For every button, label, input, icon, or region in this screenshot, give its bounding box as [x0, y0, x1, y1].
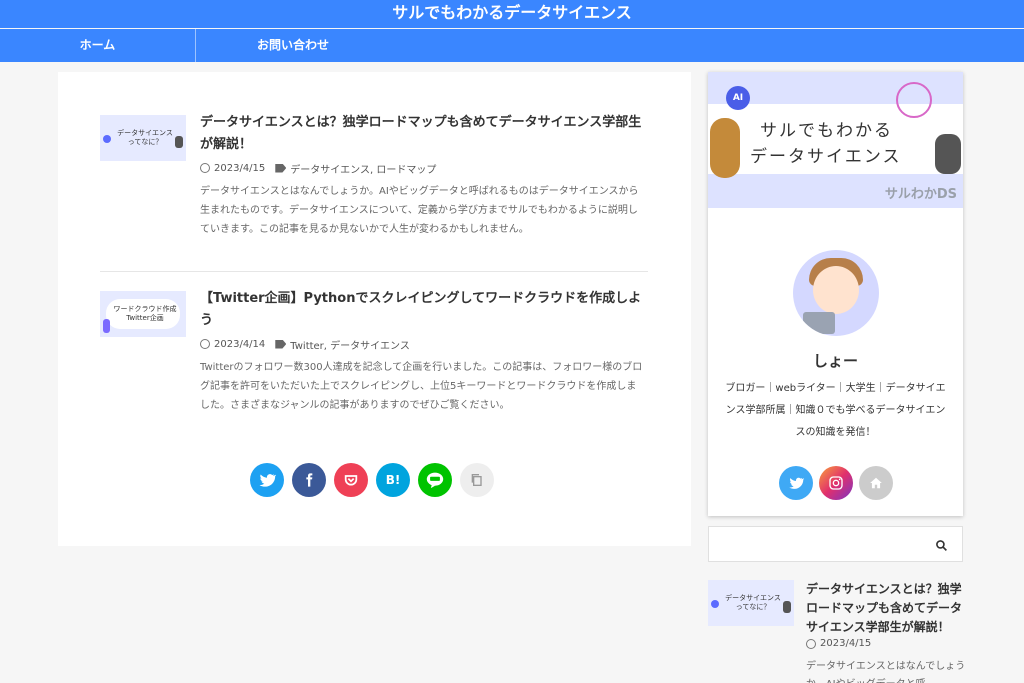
search-icon: [935, 539, 947, 551]
twitter-icon: [259, 474, 276, 487]
hatena-icon: B!: [385, 473, 401, 487]
search-button[interactable]: [930, 534, 952, 556]
laptop-icon: [803, 312, 835, 334]
thumbnail-caption: データサイエンス ってなに？: [725, 594, 781, 611]
sidebar-post-thumbnail[interactable]: データサイエンス ってなに？: [708, 580, 794, 626]
share-twitter-button[interactable]: [250, 463, 284, 497]
instagram-icon: [829, 476, 843, 490]
post-tags[interactable]: データサイエンス, ロードマップ: [290, 161, 436, 176]
post-thumbnail[interactable]: ワードクラウド作成 Twitter企画: [100, 291, 186, 337]
post-excerpt: Twitterのフォロワー数300人達成を記念して企画を行いました。この記事は、…: [200, 362, 643, 411]
twitter-icon: [789, 477, 804, 489]
share-facebook-button[interactable]: [292, 463, 326, 497]
site-header: サルでもわかるデータサイエンス: [0, 0, 1024, 28]
share-pocket-button[interactable]: [334, 463, 368, 497]
nav-item-contact[interactable]: お問い合わせ: [195, 29, 390, 62]
home-link[interactable]: [859, 466, 893, 500]
banner-title-line-1: サルでもわかる: [760, 121, 893, 141]
banner-title-line-2: データサイエンス: [750, 147, 902, 167]
share-buttons: B!: [250, 463, 500, 497]
copy-icon: [471, 474, 482, 486]
social-links: [779, 466, 893, 500]
post-thumbnail[interactable]: データサイエンス ってなに？: [100, 115, 186, 161]
instagram-link[interactable]: [819, 466, 853, 500]
post-card[interactable]: データサイエンス ってなに？ データサイエンスとは？独学ロードマップも含めてデー…: [100, 112, 648, 272]
avatar-face: [813, 266, 859, 314]
robot-icon: [175, 136, 183, 148]
post-title[interactable]: 【Twitter企画】Pythonでスクレイピングしてワードクラウドを作成しよう: [200, 288, 646, 332]
copy-link-button[interactable]: [460, 463, 494, 497]
share-hatena-button[interactable]: B!: [376, 463, 410, 497]
sidebar-post-meta: 2023/4/15: [806, 638, 871, 649]
clock-icon: [200, 339, 210, 349]
post-date: 2023/4/14: [214, 338, 266, 350]
pocket-icon: [344, 475, 358, 486]
post-meta: 2023/4/15 データサイエンス, ロードマップ: [200, 160, 646, 176]
magnifier-chart-icon: [896, 82, 932, 118]
facebook-icon: [306, 473, 313, 487]
tag-icon: [275, 339, 287, 349]
post-date: 2023/4/15: [214, 162, 266, 174]
search-box: [708, 526, 963, 562]
post-title[interactable]: データサイエンスとは？独学ロードマップも含めてデータサイエンス学部生が解説！: [200, 112, 646, 156]
post-excerpt: データサイエンスとはなんでしょうか。AIやビッグデータと呼ばれるものはデータサイ…: [200, 186, 639, 235]
nav-item-home[interactable]: ホーム: [0, 29, 195, 62]
post-tags[interactable]: Twitter, データサイエンス: [290, 337, 410, 352]
clock-icon: [200, 163, 210, 173]
database-icon: [103, 319, 110, 333]
robot-illustration: [935, 134, 961, 174]
profile-bio: ブロガー｜webライター｜大学生｜データサイエンス学部所属｜知識０でも学べるデー…: [725, 383, 946, 438]
thumbnail-caption: ワードクラウド作成 Twitter企画: [113, 305, 177, 322]
tag-icon: [275, 163, 287, 173]
avatar: [793, 250, 879, 336]
post-meta: 2023/4/14 Twitter, データサイエンス: [200, 336, 646, 352]
home-icon: [870, 477, 882, 489]
banner-subtitle: サルわかDS: [884, 187, 957, 202]
sidebar-post[interactable]: データサイエンス ってなに？ データサイエンスとは？独学ロードマップも含めてデー…: [708, 580, 970, 683]
twitter-link[interactable]: [779, 466, 813, 500]
search-input[interactable]: [715, 531, 921, 557]
profile-name: しょー: [812, 352, 858, 370]
sidebar-post-title[interactable]: データサイエンスとは？独学ロードマップも含めてデータサイエンス学部生が解説！: [806, 580, 966, 637]
sidebar-post-excerpt: データサイエンスとはなんでしょうか。AIやビッグデータと呼: [806, 661, 966, 683]
global-nav: ホーム お問い合わせ: [0, 29, 1024, 62]
post-card[interactable]: ワードクラウド作成 Twitter企画 【Twitter企画】Pythonでスク…: [100, 288, 648, 418]
thumbnail-caption: データサイエンス ってなに？: [117, 129, 173, 146]
sidebar-post-date: 2023/4/15: [820, 638, 872, 649]
main-content: データサイエンス ってなに？ データサイエンスとは？独学ロードマップも含めてデー…: [58, 72, 691, 546]
monkey-illustration: [710, 118, 740, 178]
robot-icon: [783, 601, 791, 613]
profile-banner: AI サルでもわかる データサイエンス サルわかDS: [708, 72, 963, 208]
ai-icon: AI: [726, 86, 750, 110]
clock-icon: [806, 638, 816, 649]
profile-card: AI サルでもわかる データサイエンス サルわかDS しょー ブロガー｜webラ…: [708, 72, 963, 516]
share-line-button[interactable]: [418, 463, 452, 497]
site-title[interactable]: サルでもわかるデータサイエンス: [392, 3, 632, 22]
line-icon: [426, 472, 444, 489]
